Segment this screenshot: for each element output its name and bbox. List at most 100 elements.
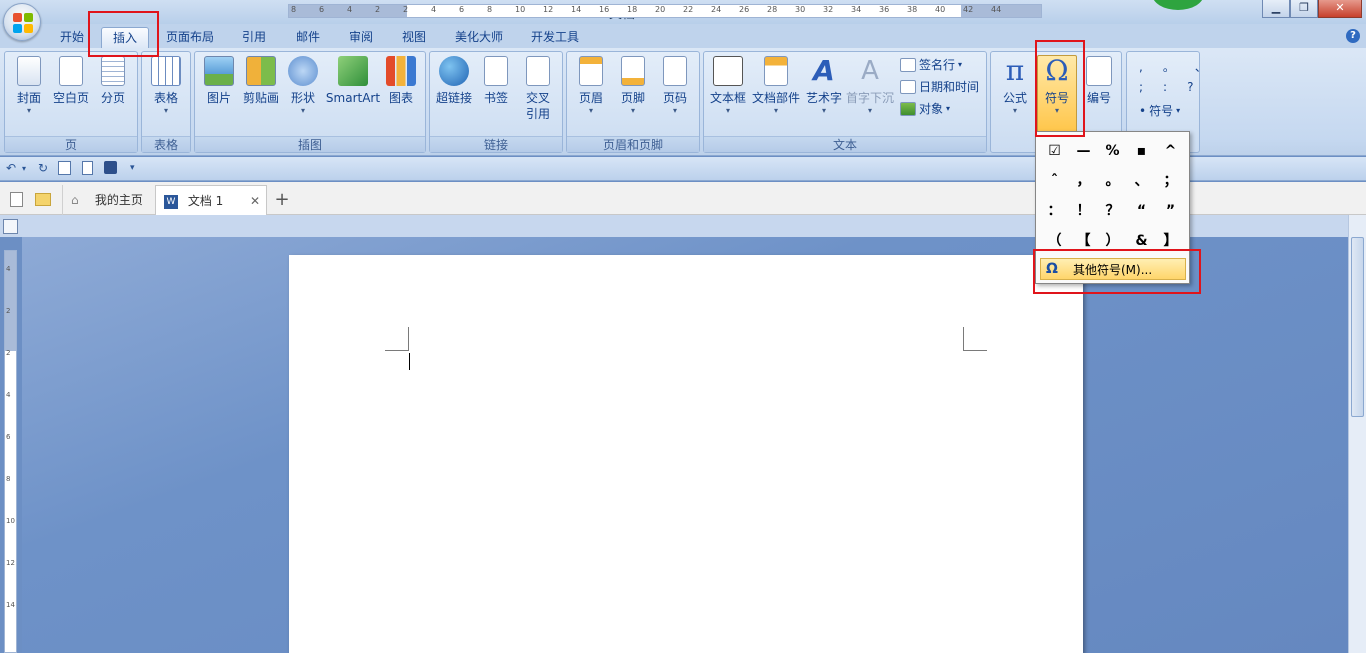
vruler-number: 6 [6, 433, 11, 441]
undo-dropdown-icon[interactable]: ▾ [22, 164, 26, 173]
maximize-button[interactable]: ❐ [1290, 0, 1318, 18]
numbering-button[interactable]: 编号 [1079, 56, 1119, 106]
symbol-cell[interactable]: ^ [1156, 136, 1185, 166]
symbol-cell[interactable]: ▪ [1127, 136, 1156, 166]
office-logo-icon [13, 13, 33, 33]
smartart-button[interactable]: SmartArt [323, 56, 383, 106]
redo-button[interactable]: ↻ [38, 161, 48, 175]
symbol-button[interactable]: Ω 符号 ▾ [1037, 55, 1077, 135]
folder-icon[interactable] [35, 193, 51, 206]
symbol-cell[interactable]: ！ [1069, 196, 1098, 226]
scrollbar-thumb[interactable] [1351, 237, 1364, 417]
ruler-number: 2 [375, 5, 381, 14]
tab-my-homepage[interactable]: ⌂ 我的主页 [62, 185, 154, 215]
symbol-cell[interactable]: （ [1040, 226, 1069, 256]
special-symbol-menu-button[interactable]: • 符号 ▾ [1139, 102, 1180, 119]
vertical-scrollbar[interactable] [1348, 215, 1366, 653]
office-button[interactable] [3, 3, 41, 41]
ruler-number: 40 [935, 5, 946, 14]
minimize-button[interactable]: ▁ [1262, 0, 1290, 18]
close-button[interactable]: ✕ [1318, 0, 1362, 18]
chart-icon [386, 56, 416, 86]
symbol-cell[interactable]: ☑ [1040, 136, 1069, 166]
symbol-cell[interactable]: ； [1156, 166, 1185, 196]
print-preview-icon[interactable] [58, 161, 71, 175]
header-button[interactable]: 页眉 ▾ [571, 56, 611, 116]
tab-document-1[interactable]: W 文档 1 ✕ [155, 185, 267, 215]
bookmark-button[interactable]: 书签 [478, 56, 514, 106]
horizontal-ruler[interactable]: 8 6 4 2 2 4 6 8 10 12 14 16 18 20 22 24 26 28 30 32 34 36 38 40… [288, 4, 1042, 18]
tab-mailings[interactable]: 邮件 [288, 27, 328, 49]
save-icon[interactable] [104, 161, 117, 174]
ruler-number: 12 [543, 5, 554, 14]
symbol-cell[interactable]: — [1069, 136, 1098, 166]
undo-button[interactable]: ↶ [6, 161, 16, 175]
quick-parts-button[interactable]: 文档部件 ▾ [750, 56, 802, 116]
symbol-cell[interactable]: “ [1127, 196, 1156, 226]
tab-selector-button[interactable] [3, 219, 18, 234]
symbol-cell[interactable]: ： [1040, 196, 1069, 226]
page-number-button[interactable]: 页码 ▾ [655, 56, 695, 116]
date-time-button[interactable]: 日期和时间 [900, 78, 979, 95]
tab-beautify[interactable]: 美化大师 [448, 27, 510, 49]
vertical-ruler[interactable]: 4 2 2 4 6 8 10 12 14 [4, 250, 17, 653]
globe-icon [439, 56, 469, 86]
wordart-button[interactable]: A 艺术字 ▾ [804, 56, 844, 116]
picture-button[interactable]: 图片 [201, 56, 237, 106]
new-document-icon[interactable] [82, 161, 93, 175]
symbol-cell[interactable]: % [1098, 136, 1127, 166]
symbol-cell[interactable]: 。 [1098, 166, 1127, 196]
tab-page-layout[interactable]: 页面布局 [160, 27, 220, 49]
tab-view[interactable]: 视图 [394, 27, 434, 49]
clip-art-button[interactable]: 剪贴画 [239, 56, 283, 106]
table-button[interactable]: 表格 ▾ [148, 56, 184, 116]
drop-cap-button[interactable]: A 首字下沉 ▾ [844, 56, 896, 116]
equation-button[interactable]: π 公式 ▾ [995, 56, 1035, 116]
tab-home[interactable]: 开始 [52, 27, 92, 49]
shapes-button[interactable]: 形状 ▾ [285, 56, 321, 116]
help-icon[interactable]: ? [1346, 29, 1360, 43]
vruler-number: 4 [6, 265, 11, 273]
symbol-cell[interactable]: ） [1098, 226, 1127, 256]
ruler-number: 32 [823, 5, 834, 14]
ruler-number: 6 [459, 5, 465, 14]
new-file-icon[interactable] [10, 192, 23, 207]
symbol-cell[interactable]: ， [1069, 166, 1098, 196]
footer-button[interactable]: 页脚 ▾ [613, 56, 653, 116]
ruler-number: 6 [319, 5, 325, 14]
tab-developer[interactable]: 开发工具 [524, 27, 586, 49]
symbol-cell[interactable]: ？ [1098, 196, 1127, 226]
tab-references[interactable]: 引用 [234, 27, 274, 49]
document-page[interactable] [289, 255, 1083, 653]
ruler-number: 4 [347, 5, 353, 14]
symbol-cell[interactable]: & [1127, 226, 1156, 256]
home-icon: ⌂ [71, 193, 79, 207]
group-page: 封面 ▾ 空白页 分页 页 [4, 51, 138, 153]
signature-line-button[interactable]: 签名行 ▾ [900, 56, 962, 73]
page-break-button[interactable]: 分页 [95, 56, 131, 106]
cover-page-button[interactable]: 封面 ▾ [11, 56, 47, 116]
group-label-text: 文本 [704, 136, 986, 152]
symbol-cell[interactable]: ” [1156, 196, 1185, 226]
tab-insert[interactable]: 插入 [101, 27, 149, 49]
vruler-number: 2 [6, 349, 11, 357]
symbol-cell[interactable]: ˆ [1040, 166, 1069, 196]
symbol-cell[interactable]: 【 [1069, 226, 1098, 256]
symbol-cell[interactable]: 、 [1127, 166, 1156, 196]
close-tab-icon[interactable]: ✕ [250, 186, 260, 216]
chart-button[interactable]: 图表 [383, 56, 419, 106]
blank-page-button[interactable]: 空白页 [51, 56, 91, 106]
ruler-number: 8 [291, 5, 297, 14]
hyperlink-button[interactable]: 超链接 [432, 56, 476, 106]
new-tab-button[interactable]: + [268, 185, 296, 215]
cross-reference-button[interactable]: 交叉 引用 [518, 56, 558, 122]
object-button[interactable]: 对象 ▾ [900, 100, 950, 117]
symbol-cell[interactable]: 】 [1156, 226, 1185, 256]
word-icon: W [164, 194, 178, 209]
tab-review[interactable]: 审阅 [341, 27, 381, 49]
cross-reference-icon [526, 56, 550, 86]
customize-qat-icon[interactable]: ▾ [130, 163, 135, 173]
ruler-number: 44 [991, 5, 1002, 14]
more-symbols-menu-item[interactable]: Ω 其他符号(M)... [1040, 258, 1186, 280]
text-box-button[interactable]: 文本框 ▾ [706, 56, 750, 116]
